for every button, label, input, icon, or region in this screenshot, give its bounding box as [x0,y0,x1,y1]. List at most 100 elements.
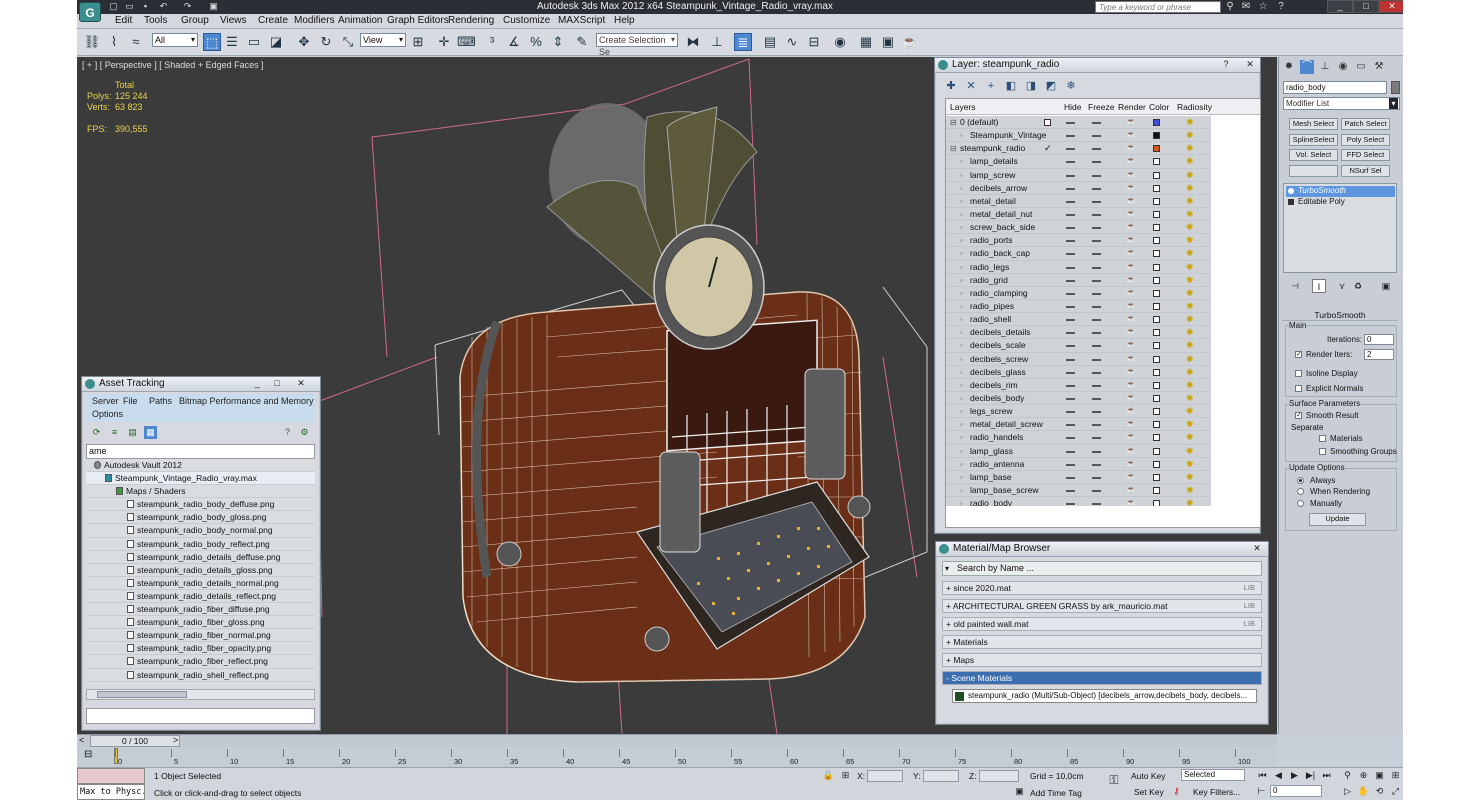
render-teapot-icon[interactable]: ☕ [1126,262,1136,271]
layer-color-swatch[interactable] [1153,473,1160,481]
layer-row[interactable]: steampunk_radio ⊟ ✓ ☕ ✺ [946,142,1211,156]
layer-color-swatch[interactable] [1153,224,1160,232]
freeze-toggle[interactable] [1092,174,1101,177]
radiosity-sun-icon[interactable]: ✺ [1186,262,1196,272]
render-teapot-icon[interactable]: ☕ [1126,223,1136,231]
render-teapot-icon[interactable]: ☕ [1126,249,1136,257]
hide-toggle[interactable] [1066,476,1075,479]
smooth-result-checkbox[interactable]: ✓ [1295,412,1302,419]
time-tag-icon[interactable]: ▣ [1013,785,1026,798]
radiosity-sun-icon[interactable]: ✺ [1186,235,1196,245]
add-to-layer-icon[interactable]: + [983,78,999,94]
layer-row[interactable]: radio_legs ◦ ☕ ✺ [946,261,1211,274]
layer-color-swatch[interactable] [1153,263,1160,271]
freeze-toggle[interactable] [1092,371,1101,374]
freeze-toggle[interactable] [1092,187,1101,190]
freeze-toggle[interactable] [1092,397,1101,400]
layer-row[interactable]: radio_body ◦ ☕ ✺ [946,497,1211,506]
communication-center-icon[interactable]: ✉ [1240,1,1252,13]
hide-toggle[interactable] [1066,489,1075,492]
rect-selection-icon[interactable]: ▭ [245,33,263,51]
spinner-snap-icon[interactable]: ⇕ [549,33,567,51]
empty-modifier-button[interactable] [1289,165,1338,177]
zoom-all-icon[interactable]: ⊕ [1357,769,1370,782]
material-group-header[interactable]: + old painted wall.mat LIB [942,617,1262,631]
asset-tree-node[interactable]: Maps / Shaders [86,485,315,499]
layer-color-swatch[interactable] [1153,408,1160,416]
make-unique-icon[interactable]: ⋎ [1335,279,1349,293]
layer-row[interactable]: radio_handels ◦ ☕ ✺ [946,431,1211,445]
radiosity-sun-icon[interactable]: ✺ [1186,275,1196,285]
freeze-toggle[interactable] [1092,503,1101,506]
layer-row[interactable]: decibels_scale ◦ ☕ ✺ [946,339,1211,353]
hide-toggle[interactable] [1066,292,1075,295]
render-teapot-icon[interactable]: ☕ [1126,328,1136,336]
freeze-toggle[interactable] [1092,411,1101,414]
menu-customize[interactable]: Customize [503,15,550,26]
keyboard-shortcut-icon[interactable]: ⌨ [457,33,476,51]
layer-name[interactable]: metal_detail_nut [970,208,1032,221]
hide-toggle[interactable] [1066,397,1075,400]
current-layer-box-icon[interactable] [1044,119,1051,126]
layer-name[interactable]: lamp_details [970,155,1018,168]
graphite-ribbon-icon[interactable]: ▤ [761,33,779,51]
layer-row[interactable]: decibels_arrow ◦ ☕ ✺ [946,182,1211,195]
layer-row[interactable]: Steampunk_Vintage ◦ ☕ ✺ [946,129,1211,143]
asset-file-row[interactable]: steampunk_radio_fiber_gloss.png [86,616,315,630]
y-coordinate-field[interactable] [923,770,959,782]
layer-color-swatch[interactable] [1153,329,1160,337]
layer-name[interactable]: legs_screw [970,405,1013,418]
asset-menu-paths[interactable]: Paths [149,396,172,406]
time-slider-thumb[interactable]: 0 / 100 [90,735,180,747]
layer-name[interactable]: lamp_base [970,471,1012,484]
radiosity-sun-icon[interactable]: ✺ [1186,156,1196,166]
layer-row[interactable]: legs_screw ◦ ☕ ✺ [946,405,1211,419]
layer-name[interactable]: decibels_body [970,392,1024,405]
freeze-toggle[interactable] [1092,476,1101,479]
layer-row[interactable]: radio_antenna ◦ ☕ ✺ [946,458,1211,471]
layer-name[interactable]: radio_clamping [970,287,1028,300]
layer-name[interactable]: metal_detail_screw [970,418,1043,431]
render-teapot-icon[interactable]: ☕ [1126,472,1136,481]
render-teapot-icon[interactable]: ☕ [1126,420,1136,428]
layer-name[interactable]: lamp_base_screw [970,484,1039,497]
add-time-tag[interactable]: Add Time Tag [1030,788,1082,798]
freeze-toggle[interactable] [1092,489,1101,492]
hide-toggle[interactable] [1066,424,1075,427]
radiosity-sun-icon[interactable]: ✺ [1186,222,1196,232]
render-teapot-icon[interactable]: ☕ [1126,380,1136,389]
link-icon[interactable]: ⛓ [83,33,101,51]
menu-animation[interactable]: Animation [338,15,382,26]
layer-name[interactable]: radio_ports [970,234,1013,247]
col-color[interactable]: Color [1149,102,1169,112]
zoom-extents-all-icon[interactable]: ⊞ [1389,769,1402,782]
radiosity-sun-icon[interactable]: ✺ [1186,432,1196,442]
asset-file-row[interactable]: steampunk_radio_fiber_normal.png [86,629,315,643]
minimize-button[interactable]: _ [1327,0,1353,13]
render-teapot-icon[interactable]: ☕ [1126,499,1136,506]
asset-menu-file[interactable]: File [123,396,138,406]
hide-toggle[interactable] [1066,305,1075,308]
asset-maximize-button[interactable]: □ [268,378,286,390]
layer-row[interactable]: decibels_body ◦ ☕ ✺ [946,392,1211,406]
radiosity-sun-icon[interactable]: ✺ [1186,117,1196,127]
layer-color-swatch[interactable] [1153,460,1160,468]
col-hide[interactable]: Hide [1064,102,1081,112]
menu-views[interactable]: Views [220,15,247,26]
viewport-label[interactable]: [ + ] [ Perspective ] [ Shaded + Edged F… [82,60,264,70]
layer-name[interactable]: radio_back_cap [970,247,1030,260]
patch-select-button[interactable]: Patch Select [1341,118,1390,130]
radiosity-sun-icon[interactable]: ✺ [1186,459,1196,469]
menu-graph-editors[interactable]: Graph Editors [387,15,449,26]
angle-snap-icon[interactable]: ∡ [505,33,523,51]
freeze-toggle[interactable] [1092,424,1101,427]
reference-coordinate-dropdown[interactable]: View [360,33,406,47]
radiosity-sun-icon[interactable]: ✺ [1186,393,1196,403]
remove-modifier-icon[interactable]: ♻ [1351,279,1365,293]
layer-name[interactable]: lamp_glass [970,445,1013,458]
z-coordinate-field[interactable] [979,770,1019,782]
expand-icon[interactable] [1288,199,1294,205]
asset-file-row[interactable]: steampunk_radio_details_deffuse.png [86,551,315,564]
render-teapot-icon[interactable]: ☕ [1126,433,1136,441]
asset-file-row[interactable]: steampunk_radio_shell_reflect.png [86,669,315,682]
